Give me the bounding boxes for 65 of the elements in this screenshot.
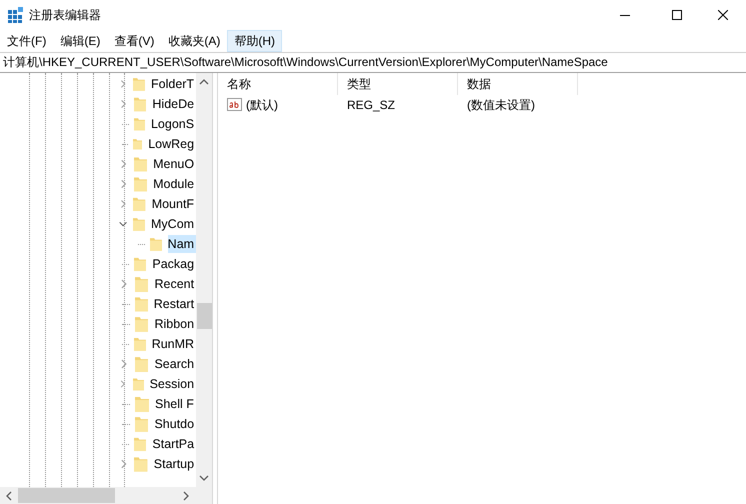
folder-icon — [134, 176, 148, 192]
folder-icon — [134, 96, 146, 112]
tree-item[interactable]: MountF — [152, 195, 196, 213]
folder-icon — [134, 336, 146, 352]
tree-item[interactable]: LogonS — [150, 115, 196, 133]
folder-icon — [133, 216, 146, 232]
tree-item[interactable]: Packag — [152, 255, 196, 273]
value-type: REG_SZ — [346, 97, 396, 114]
scroll-left-icon[interactable] — [5, 490, 13, 500]
tree-item[interactable]: Session — [150, 375, 196, 393]
vertical-scrollbar[interactable] — [196, 73, 212, 487]
expand-chevron-icon[interactable] — [118, 378, 128, 390]
tree-item[interactable]: RunMR — [152, 335, 196, 353]
tree-item[interactable]: LowReg — [148, 135, 196, 153]
column-header[interactable]: 数据 — [458, 73, 578, 95]
folder-icon — [135, 396, 149, 412]
expand-chevron-icon[interactable] — [118, 198, 128, 210]
tree-item[interactable]: Recent — [154, 275, 196, 293]
menu-item[interactable]: 查看(V) — [107, 30, 162, 52]
folder-icon — [134, 316, 148, 332]
tree-item[interactable]: Search — [154, 355, 196, 373]
folder-icon — [133, 76, 145, 92]
tree-item[interactable]: MenuO — [153, 155, 196, 173]
tree-item[interactable]: HideDe — [152, 95, 196, 113]
tree-item[interactable]: Startup — [154, 455, 196, 473]
scroll-up-icon[interactable] — [199, 78, 210, 86]
folder-icon — [132, 136, 142, 152]
folder-icon — [134, 356, 148, 372]
scrollbar-thumb[interactable] — [196, 303, 212, 329]
folder-icon — [134, 436, 146, 452]
tree-item[interactable]: Ribbon — [154, 315, 196, 333]
folder-icon — [134, 256, 146, 272]
folder-icon — [133, 196, 146, 212]
scrollbar-thumb[interactable] — [18, 488, 115, 503]
folder-icon — [134, 296, 148, 312]
column-header[interactable]: 类型 — [338, 73, 458, 95]
folder-icon — [150, 236, 162, 252]
horizontal-scrollbar[interactable] — [0, 487, 212, 504]
tree-item[interactable]: Restart — [154, 295, 196, 313]
folder-icon — [134, 456, 148, 472]
scroll-right-icon[interactable] — [182, 490, 190, 500]
tree-item[interactable]: Nam — [168, 235, 196, 253]
tree-item[interactable]: Module — [153, 175, 196, 193]
menu-item[interactable]: 帮助(H) — [227, 30, 282, 52]
tree-item[interactable]: Shell F — [155, 395, 196, 413]
registry-editor-icon — [7, 7, 23, 23]
tree-item[interactable]: Shutdo — [154, 415, 196, 433]
window-title: 注册表编辑器 — [29, 7, 101, 24]
scroll-down-icon[interactable] — [199, 474, 210, 482]
menu-item[interactable]: 编辑(E) — [53, 30, 108, 52]
value-name[interactable]: (默认) — [246, 96, 278, 114]
column-header[interactable]: 名称 — [218, 73, 338, 95]
folder-icon — [134, 416, 148, 432]
value-data: (数值未设置) — [466, 97, 536, 114]
tree-item[interactable]: MyCom — [151, 215, 196, 233]
string-value-icon — [227, 98, 243, 112]
folder-icon — [134, 276, 148, 292]
menu-item[interactable]: 收藏夹(A) — [161, 30, 228, 52]
address-bar[interactable]: 计算机\HKEY_CURRENT_USER\Software\Microsoft\Windows\CurrentVersion\Explorer\MyComputer\NameSpace — [0, 52, 746, 73]
folder-icon — [134, 156, 148, 172]
tree-item[interactable]: StartPa — [152, 435, 196, 453]
menu-item[interactable]: 文件(F) — [0, 30, 54, 52]
folder-icon — [132, 376, 144, 392]
folder-icon — [134, 116, 145, 132]
tree-item[interactable]: FolderT — [151, 75, 196, 93]
